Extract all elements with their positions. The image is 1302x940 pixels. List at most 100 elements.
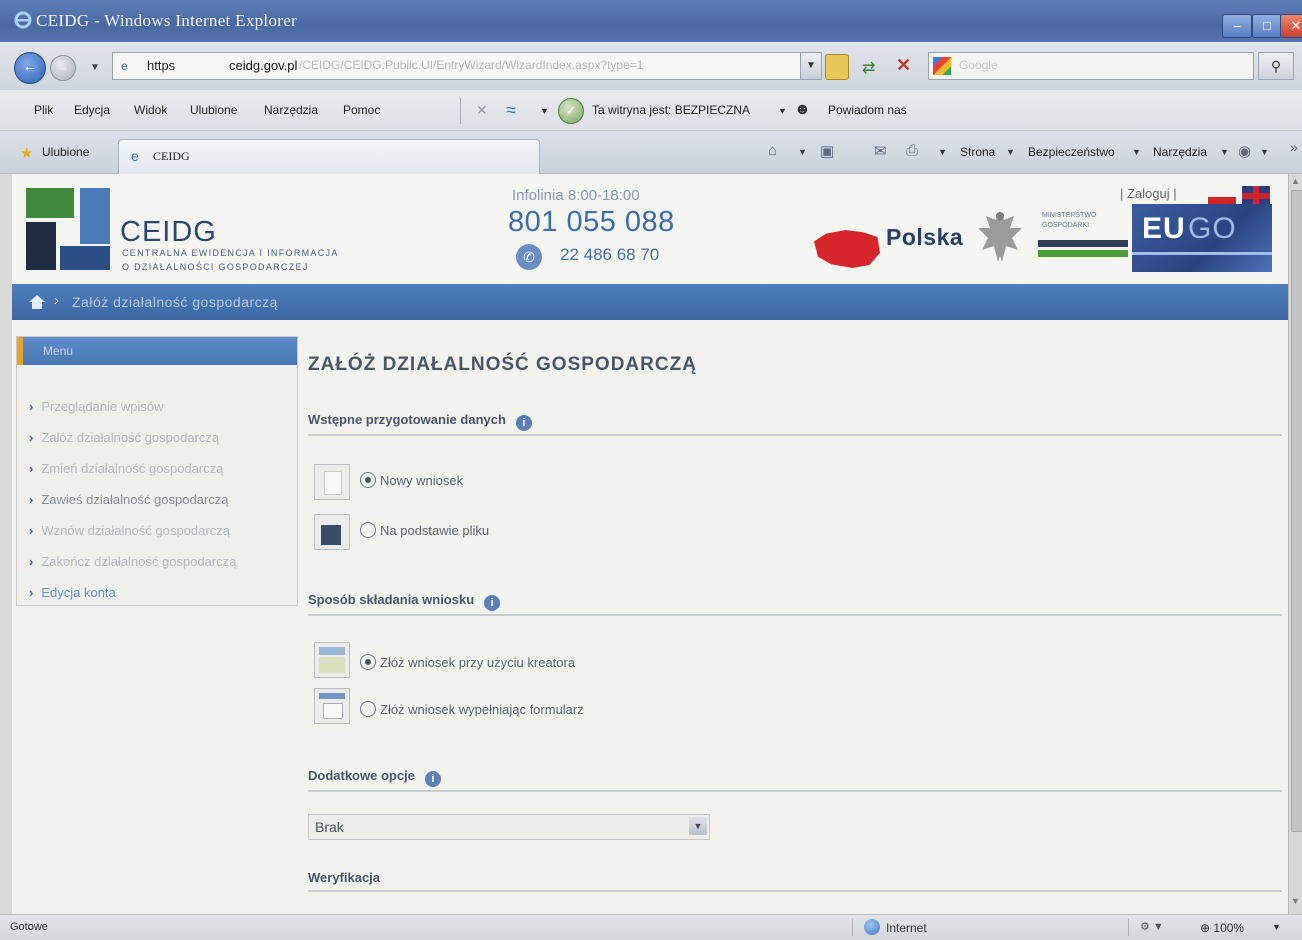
menu-safety[interactable]: Bezpieczeństwo [1028,145,1115,159]
section-divider [308,434,1282,436]
menu-view[interactable]: Widok [134,103,167,117]
forward-button[interactable]: → [50,55,76,81]
sidebar-item-start-business[interactable]: › Załóż działalność gospodarczą [29,430,219,445]
sidebar-item-browse-entries[interactable]: › Przeglądanie wpisów [29,399,163,414]
menu-favorites[interactable]: Ulubione [190,103,237,117]
zoom-level[interactable]: ⊕ 100% [1200,921,1244,935]
search-icon: ⚲ [1270,58,1282,74]
browser-tab[interactable]: e CEIDG [118,139,540,174]
chevron-down-icon[interactable]: ▼ [1260,147,1269,157]
scrollbar-thumb[interactable] [1291,190,1302,832]
star-icon[interactable]: ★ [20,144,33,162]
side-menu-title: Menu [43,344,74,358]
british-flag-icon[interactable] [1242,186,1270,206]
sidebar-item-close-business[interactable]: › Zakończ działalność gospodarczą [29,554,236,569]
chevron-down-icon[interactable]: ▼ [1220,147,1229,157]
page-viewport: CEIDG CENTRALNA EWIDENCJA I INFORMACJA O… [12,174,1288,914]
home-icon[interactable] [28,294,46,310]
help-icon[interactable]: ◉ [1238,142,1251,160]
chevron-down-icon[interactable]: ▼ [540,106,549,116]
menu-tools[interactable]: Narzędzia [264,103,318,117]
history-dropdown-icon[interactable]: ▼ [90,62,100,73]
minimize-button[interactable]: – [1222,14,1252,38]
menu-edit[interactable]: Edycja [74,103,110,117]
menu-help[interactable]: Pomoc [343,103,380,117]
protected-mode-icon[interactable]: ⚙ ▼ [1140,920,1164,933]
page-icon: e [121,59,128,73]
menu-file[interactable]: Plik [34,103,53,117]
radio-from-file[interactable] [360,522,376,538]
mobile-number: 22 486 68 70 [560,245,660,264]
home-icon[interactable]: ⌂ [768,142,777,159]
chevron-right-icon[interactable]: » [1290,139,1298,155]
side-menu-header: Menu [17,337,297,365]
option-label-form[interactable]: Złóż wniosek wypełniając formularz [380,702,584,717]
option-label-wizard[interactable]: Złóż wniosek przy użyciu kreatora [380,655,575,670]
chevron-down-icon[interactable]: ▼ [798,147,807,157]
scroll-down-icon[interactable]: ▼ [1291,896,1300,906]
chevron-down-icon[interactable]: ▼ [800,53,821,79]
security-zone[interactable]: Internet [886,921,927,935]
maximize-button[interactable]: □ [1252,14,1282,38]
menu-page[interactable]: Strona [960,145,995,159]
radio-form[interactable] [360,701,376,717]
sidebar-item-resume-business[interactable]: › Wznów działalność gospodarczą [29,523,230,538]
logo-square-dark-blue [60,246,110,270]
site-header: CEIDG CENTRALNA EWIDENCJA I INFORMACJA O… [12,174,1288,284]
chevron-down-icon[interactable]: ▼ [1272,922,1281,932]
eugo-logo[interactable]: EU GO [1132,204,1272,272]
sidebar-item-suspend-business[interactable]: › Zawieś działalność gospodarczą [29,492,229,507]
chevron-down-icon[interactable]: ▼ [1132,147,1141,157]
search-button[interactable]: ⚲ [1258,52,1294,80]
url-protocol: https [147,58,176,73]
login-link[interactable]: | Zaloguj | [1120,186,1177,201]
chevron-down-icon[interactable]: ▼ [1006,147,1015,157]
radio-new-application[interactable] [360,472,376,488]
phone-icon: ✆ [516,244,542,270]
search-input[interactable]: Google [928,52,1254,80]
lock-icon[interactable] [825,54,849,80]
feeds-icon[interactable]: ▣ [820,142,834,160]
chevron-down-icon[interactable]: ▼ [689,817,707,835]
page-icon: e [131,148,139,164]
section-submission-method: Sposób składania wniosku i [308,592,501,611]
additional-options-select[interactable]: Brak ▼ [308,814,710,840]
scroll-up-icon[interactable]: ▲ [1291,176,1300,186]
network-icon[interactable]: ≈ [506,100,516,121]
breadcrumb-current: Załóż działalność gospodarczą [72,294,278,310]
radio-wizard[interactable] [360,654,376,670]
breadcrumb-separator: › [54,292,59,309]
back-button[interactable]: ← [14,52,46,84]
section-divider [308,890,1282,892]
chevron-down-icon[interactable]: ▼ [938,147,947,157]
status-bar: Gotowe Internet ⚙ ▼ ⊕ 100% ▼ [0,914,1302,940]
vertical-scrollbar[interactable]: ▲ ▼ [1288,174,1302,914]
close-toolbar-icon[interactable]: ✕ [476,102,488,119]
chevron-down-icon[interactable]: ▼ [778,106,787,116]
safety-check-icon[interactable]: ✓ [558,98,584,124]
tab-title: CEIDG [153,149,190,163]
mail-icon[interactable]: ✉ [874,142,887,160]
url-path: /CEIDG/CEIDG.Public.UI/EntryWizard/Wizar… [299,58,644,72]
site-safety-status[interactable]: Ta witryna jest: BEZPIECZNA [592,103,750,117]
chevron-right-icon: › [29,461,34,476]
users-icon[interactable]: ☻ [794,101,811,119]
info-icon[interactable]: i [484,595,501,611]
print-icon[interactable]: ⎙ [906,142,918,159]
stop-icon[interactable]: ✕ [896,55,911,76]
favorites-button[interactable]: Ulubione [42,145,89,159]
sidebar-item-edit-account[interactable]: › Edycja konta [29,585,116,600]
info-icon[interactable]: i [424,771,441,787]
status-divider [852,919,853,936]
option-label-from-file[interactable]: Na podstawie pliku [380,523,489,538]
refresh-icon[interactable]: ⇄ [862,58,875,78]
address-bar[interactable]: e https ceidg.gov.pl /CEIDG/CEIDG.Public… [112,52,822,80]
ministry-logo[interactable]: MINISTERSTWO GOSPODARKI [1038,212,1128,266]
option-label-new-application[interactable]: Nowy wniosek [380,473,463,488]
menu-tools-cmd[interactable]: Narzędzia [1153,145,1207,159]
sidebar-item-change-business[interactable]: › Zmień działalność gospodarczą [29,461,223,476]
report-link[interactable]: Powiadom nas [828,103,907,117]
close-button[interactable]: ✕ [1280,14,1302,38]
info-icon[interactable]: i [515,415,532,431]
breadcrumb: › Załóż działalność gospodarczą [12,284,1288,320]
